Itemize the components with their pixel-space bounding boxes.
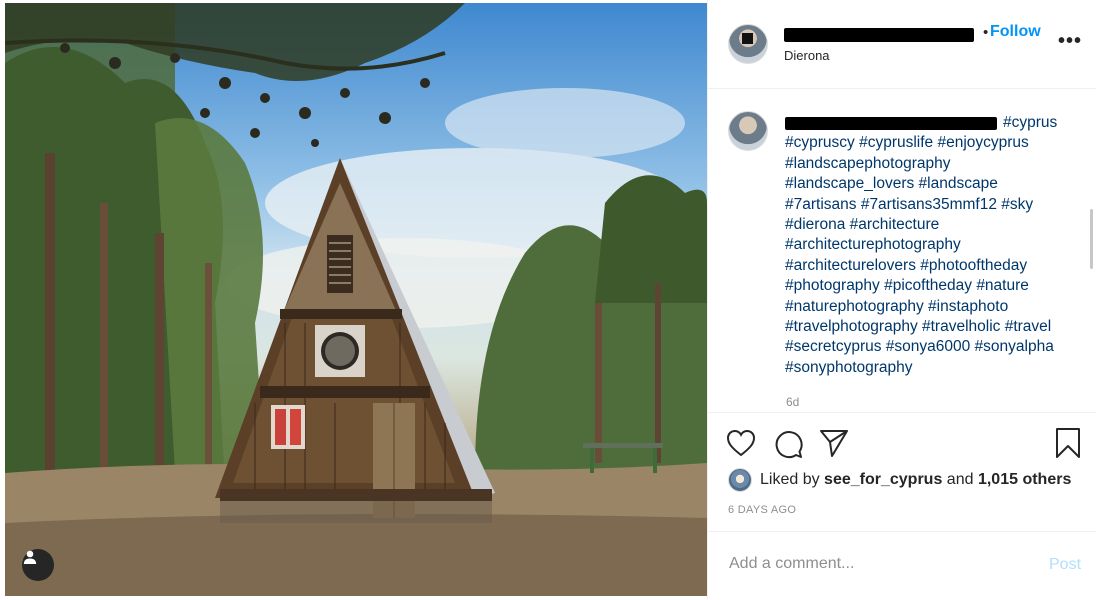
hashtag-cyprus[interactable]: #cyprus <box>785 114 1057 131</box>
caption-text: #cyprus #cypruscy #cypruslife #enjoycypr… <box>785 113 1060 378</box>
user-icon <box>23 550 37 564</box>
likes-prefix: Liked by <box>760 471 820 488</box>
caption-section: #cyprus #cypruscy #cypruslife #enjoycypr… <box>708 89 1096 413</box>
action-bar <box>708 413 1096 461</box>
caption-scrollbar[interactable] <box>1090 209 1093 269</box>
comment-icon[interactable] <box>773 429 803 464</box>
share-icon[interactable] <box>819 428 849 463</box>
bookmark-icon[interactable] <box>1055 427 1081 464</box>
caption-author-avatar[interactable] <box>728 111 768 151</box>
tagged-users-button[interactable] <box>22 549 54 581</box>
likes-middle: and <box>946 471 974 488</box>
comment-bar: Post <box>708 531 1096 600</box>
post-location[interactable]: Dierona <box>784 48 830 63</box>
heart-icon[interactable] <box>726 429 756 462</box>
caption-time: 6d <box>786 395 800 409</box>
more-options-icon[interactable]: ••• <box>1058 30 1082 53</box>
author-avatar[interactable] <box>728 24 768 64</box>
redacted-username <box>784 28 974 42</box>
redaction-block <box>742 33 753 44</box>
caption-hashtags[interactable]: #cypruscy #cypruslife #enjoycyprus #land… <box>785 134 1054 375</box>
liker-username[interactable]: see_for_cyprus <box>824 471 942 489</box>
post-side-panel: • Follow Dierona ••• #cyprus #cypruscy #… <box>707 0 1096 599</box>
comment-input[interactable] <box>727 554 1031 574</box>
follow-separator: • <box>983 24 989 41</box>
likes-summary: Liked by see_for_cyprus and 1,015 others <box>728 468 1071 492</box>
liker-avatar[interactable] <box>728 468 752 492</box>
post-comment-button[interactable]: Post <box>1049 556 1081 574</box>
follow-button[interactable]: Follow <box>990 23 1041 41</box>
a-frame-cabin-photo <box>5 3 707 596</box>
likes-others-link[interactable]: 1,015 others <box>978 471 1071 489</box>
post-photo[interactable] <box>5 3 707 596</box>
post-timestamp[interactable]: 6 DAYS AGO <box>728 504 796 516</box>
post-header: • Follow Dierona ••• <box>708 0 1096 89</box>
